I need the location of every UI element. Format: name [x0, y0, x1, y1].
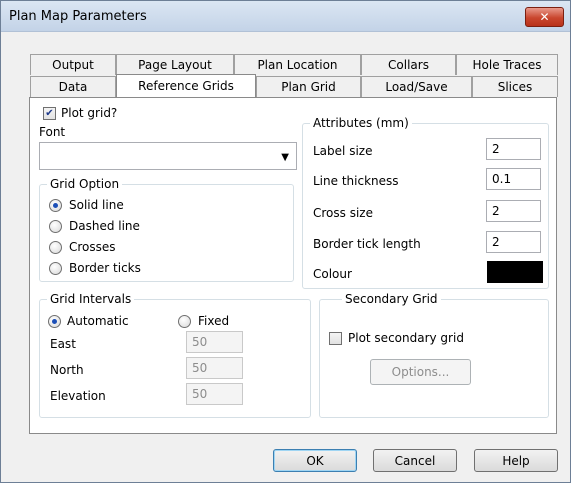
fixed-radio[interactable] — [178, 315, 191, 328]
grid-option-title: Grid Option — [47, 177, 123, 191]
tab-label: Plan Location — [257, 58, 338, 72]
east-field[interactable]: 50 — [186, 331, 243, 353]
automatic-radio[interactable] — [48, 315, 61, 328]
border-tick-length-field[interactable]: 2 — [486, 231, 541, 253]
tab-label: Collars — [388, 58, 429, 72]
checkmark-icon: ✔ — [45, 107, 54, 119]
reference-grids-panel: ✔ Plot grid? Font ▼ Grid Option Solid li… — [29, 97, 557, 434]
secondary-grid-group: Secondary Grid Plot secondary grid Optio… — [319, 292, 549, 418]
cancel-button[interactable]: Cancel — [373, 449, 457, 472]
plan-map-parameters-dialog: Plan Map Parameters ✕ Output Page Layout… — [0, 0, 571, 483]
close-button[interactable]: ✕ — [525, 7, 564, 27]
fixed-label: Fixed — [198, 314, 230, 328]
help-button[interactable]: Help — [474, 449, 558, 472]
dashed-line-label: Dashed line — [69, 219, 140, 233]
attributes-title: Attributes (mm) — [310, 116, 412, 130]
tab-output[interactable]: Output — [30, 54, 116, 75]
cross-size-label: Cross size — [313, 206, 373, 220]
north-field[interactable]: 50 — [186, 357, 243, 379]
tab-slices[interactable]: Slices — [472, 76, 558, 97]
tab-label: Page Layout — [138, 58, 212, 72]
tab-plan-grid[interactable]: Plan Grid — [256, 76, 361, 97]
east-label: East — [50, 337, 76, 351]
grid-option-group: Grid Option Solid line Dashed line Cross… — [39, 177, 294, 282]
tab-label: Reference Grids — [138, 79, 234, 93]
tab-hole-traces[interactable]: Hole Traces — [456, 54, 558, 75]
tab-label: Data — [58, 80, 88, 94]
solid-line-label: Solid line — [69, 198, 124, 212]
chevron-down-icon: ▼ — [281, 152, 289, 163]
plot-grid-label: Plot grid? — [61, 106, 118, 120]
cross-size-field[interactable]: 2 — [486, 200, 541, 222]
tab-label: Plan Grid — [281, 80, 336, 94]
border-ticks-label: Border ticks — [69, 261, 141, 275]
tab-page-layout[interactable]: Page Layout — [116, 54, 234, 75]
plot-grid-checkbox[interactable]: ✔ — [43, 107, 56, 120]
border-ticks-radio[interactable] — [49, 262, 62, 275]
tab-label: Load/Save — [385, 80, 448, 94]
solid-line-radio[interactable] — [49, 199, 62, 212]
line-thickness-label: Line thickness — [313, 174, 399, 188]
tab-label: Slices — [497, 80, 533, 94]
title-bar[interactable]: Plan Map Parameters ✕ — [1, 1, 570, 32]
secondary-grid-title: Secondary Grid — [342, 292, 441, 306]
elevation-field[interactable]: 50 — [186, 383, 243, 405]
dashed-line-radio[interactable] — [49, 220, 62, 233]
attributes-group: Attributes (mm) Label size 2 Line thickn… — [302, 116, 549, 289]
window-title: Plan Map Parameters — [9, 9, 147, 24]
tab-plan-location[interactable]: Plan Location — [234, 54, 361, 75]
font-label: Font — [39, 125, 66, 139]
tab-label: Hole Traces — [472, 58, 542, 72]
plot-secondary-grid-checkbox[interactable] — [329, 332, 342, 345]
tab-reference-grids[interactable]: Reference Grids — [116, 74, 256, 97]
automatic-label: Automatic — [67, 314, 129, 328]
grid-intervals-group: Grid Intervals Automatic Fixed East 50 N… — [39, 292, 311, 418]
tab-collars[interactable]: Collars — [361, 54, 456, 75]
tab-load-save[interactable]: Load/Save — [361, 76, 472, 97]
ok-button[interactable]: OK — [273, 449, 357, 472]
close-icon: ✕ — [539, 10, 550, 24]
elevation-label: Elevation — [50, 389, 106, 403]
colour-label: Colour — [313, 267, 352, 281]
label-size-label: Label size — [313, 144, 373, 158]
secondary-options-button[interactable]: Options... — [370, 359, 471, 385]
crosses-radio[interactable] — [49, 241, 62, 254]
north-label: North — [50, 363, 84, 377]
font-dropdown[interactable]: ▼ — [39, 142, 297, 170]
crosses-label: Crosses — [69, 240, 116, 254]
border-tick-length-label: Border tick length — [313, 237, 421, 251]
tab-label: Output — [52, 58, 94, 72]
tab-data[interactable]: Data — [30, 76, 116, 97]
colour-swatch[interactable] — [487, 261, 543, 283]
line-thickness-field[interactable]: 0.1 — [486, 168, 541, 190]
label-size-field[interactable]: 2 — [486, 138, 541, 160]
plot-secondary-grid-label: Plot secondary grid — [348, 331, 464, 345]
grid-intervals-title: Grid Intervals — [47, 292, 135, 306]
